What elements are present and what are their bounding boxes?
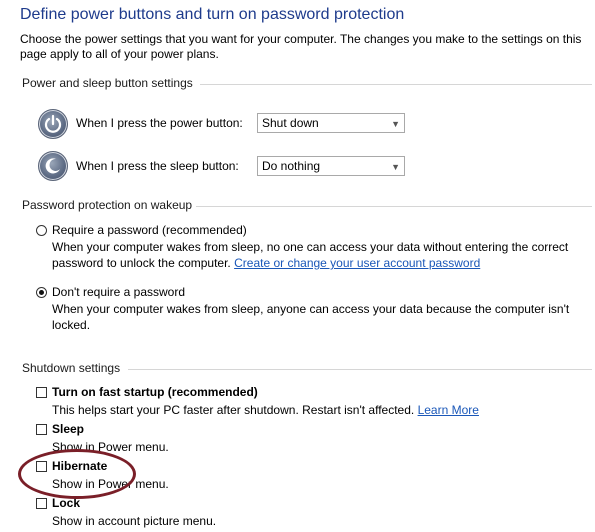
- shutdown-divider: [128, 369, 592, 370]
- dont-require-password-desc-2: locked.: [52, 318, 91, 332]
- page-title: Define power buttons and turn on passwor…: [20, 6, 405, 23]
- require-password-radio[interactable]: [36, 225, 47, 236]
- change-password-link[interactable]: Create or change your user account passw…: [234, 256, 480, 270]
- chevron-down-icon: ▼: [391, 162, 400, 172]
- chevron-down-icon: ▼: [391, 119, 400, 129]
- dont-require-password-radio[interactable]: [36, 287, 47, 298]
- dont-require-password-desc-1: When your computer wakes from sleep, any…: [52, 302, 570, 316]
- sleep-label[interactable]: Sleep: [52, 421, 84, 437]
- require-password-desc-2-text: password to unlock the computer.: [52, 256, 231, 270]
- password-divider: [196, 206, 592, 207]
- power-button-icon: [38, 109, 68, 139]
- fast-startup-desc-text: This helps start your PC faster after sh…: [52, 403, 415, 417]
- lock-checkbox[interactable]: [36, 498, 47, 509]
- require-password-desc-1: When your computer wakes from sleep, no …: [52, 240, 569, 254]
- power-sleep-heading: Power and sleep button settings: [22, 76, 193, 90]
- password-heading: Password protection on wakeup: [22, 198, 193, 212]
- description-line-1: Choose the power settings that you want …: [20, 32, 582, 46]
- learn-more-link[interactable]: Learn More: [418, 403, 479, 417]
- sleep-button-value: Do nothing: [262, 159, 321, 173]
- page-description: Choose the power settings that you want …: [20, 32, 581, 62]
- annotation-circle: [18, 449, 136, 499]
- power-sleep-divider: [200, 84, 592, 85]
- power-button-select[interactable]: Shut down ▼: [257, 113, 405, 133]
- fast-startup-desc: This helps start your PC faster after sh…: [52, 402, 479, 418]
- sleep-button-select[interactable]: Do nothing ▼: [257, 156, 405, 176]
- fast-startup-label[interactable]: Turn on fast startup (recommended): [52, 384, 258, 400]
- power-button-value: Shut down: [262, 116, 319, 130]
- power-button-label: When I press the power button:: [76, 116, 243, 130]
- fast-startup-checkbox[interactable]: [36, 387, 47, 398]
- shutdown-heading: Shutdown settings: [22, 361, 121, 375]
- require-password-desc-2: password to unlock the computer. Create …: [52, 255, 480, 271]
- require-password-label[interactable]: Require a password (recommended): [52, 222, 247, 238]
- sleep-button-label: When I press the sleep button:: [76, 159, 239, 173]
- sleep-button-icon: [38, 151, 68, 181]
- lock-desc: Show in account picture menu.: [52, 514, 217, 528]
- sleep-checkbox[interactable]: [36, 424, 47, 435]
- dont-require-password-label[interactable]: Don't require a password: [52, 284, 185, 300]
- description-line-2: page apply to all of your power plans.: [20, 47, 219, 61]
